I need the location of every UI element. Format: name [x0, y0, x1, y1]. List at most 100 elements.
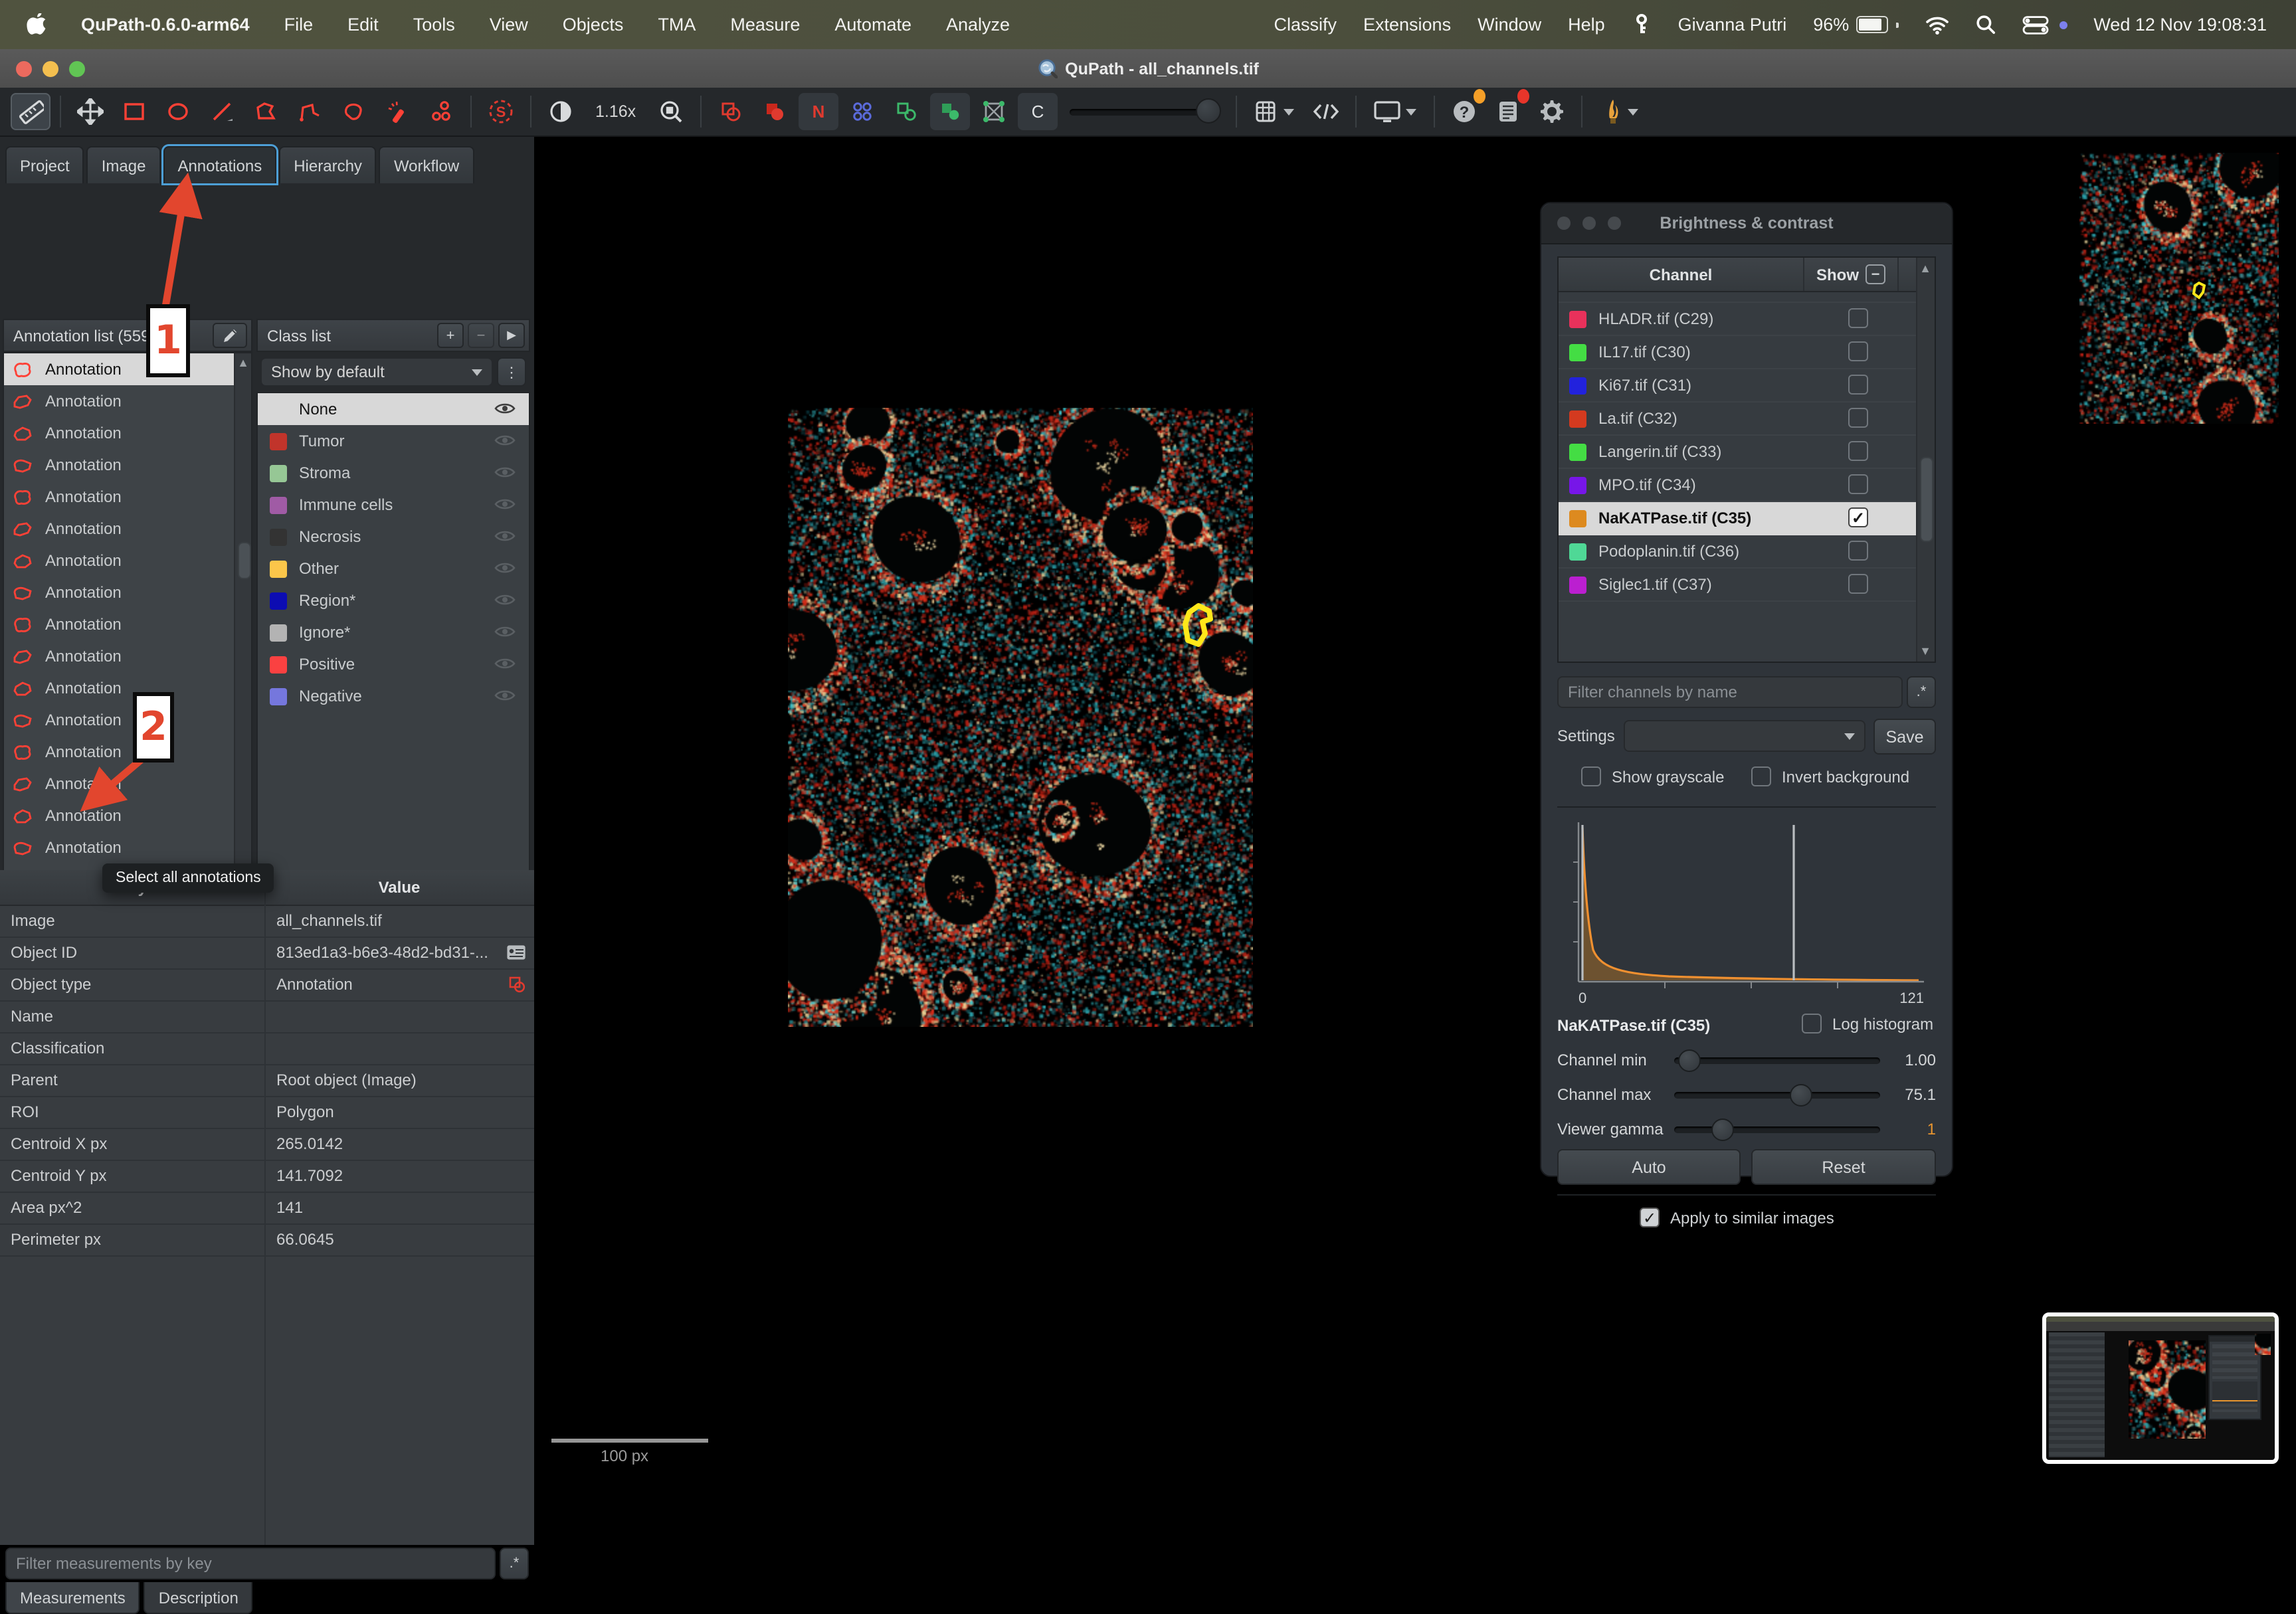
annotation-row[interactable]: Annotation — [4, 704, 251, 736]
menu-item-automate[interactable]: Automate — [834, 15, 911, 35]
reset-button[interactable]: Reset — [1751, 1149, 1936, 1185]
measurement-row[interactable]: Object ID813ed1a3-b6e3-48d2-bd31-... — [0, 937, 534, 970]
multiview-button[interactable] — [1365, 93, 1424, 130]
fill-detections-button[interactable] — [929, 93, 969, 130]
show-names-button[interactable]: N — [798, 93, 838, 130]
tab-workflow[interactable]: Workflow — [379, 146, 474, 183]
measurement-row[interactable]: ROIPolygon — [0, 1096, 534, 1129]
save-settings-button[interactable]: Save — [1873, 719, 1936, 755]
show-tma-grid-button[interactable] — [842, 93, 882, 130]
visibility-eye-icon[interactable] — [494, 592, 516, 607]
apple-logo-icon[interactable] — [27, 13, 47, 36]
measurement-row[interactable]: Centroid X px265.0142 — [0, 1128, 534, 1161]
measurement-row[interactable]: ParentRoot object (Image) — [0, 1064, 534, 1097]
annotation-row[interactable]: Annotation — [4, 640, 251, 672]
menu-item-analyze[interactable]: Analyze — [946, 15, 1010, 35]
class-row-negative[interactable]: Negative — [258, 680, 529, 712]
menubar-user[interactable]: Givanna Putri — [1678, 15, 1787, 35]
menu-app-name[interactable]: QuPath-0.6.0-arm64 — [81, 15, 250, 35]
show-pixel-classification-button[interactable] — [973, 93, 1013, 130]
channel-show-checkbox[interactable] — [1848, 441, 1868, 461]
annotation-row[interactable]: Annotation — [4, 800, 251, 832]
visibility-eye-icon[interactable] — [494, 561, 516, 575]
visibility-eye-icon[interactable] — [494, 401, 516, 416]
show-mode-dropdown[interactable]: Show by default — [260, 357, 493, 387]
channel-min-knob[interactable] — [1678, 1049, 1701, 1071]
menu-item-window[interactable]: Window — [1478, 15, 1541, 35]
viewer-gamma-knob[interactable] — [1711, 1118, 1734, 1140]
fill-annotations-button[interactable] — [754, 93, 794, 130]
channel-max-value[interactable]: 75.1 — [1880, 1085, 1936, 1104]
menu-item-tools[interactable]: Tools — [413, 15, 455, 35]
visibility-eye-icon[interactable] — [494, 433, 516, 448]
menu-item-file[interactable]: File — [284, 15, 314, 35]
script-editor-button[interactable] — [1305, 93, 1345, 130]
measurement-row[interactable]: Perimeter px66.0645 — [0, 1223, 534, 1257]
ellipse-tool-button[interactable] — [158, 93, 198, 130]
wifi-icon[interactable] — [1925, 15, 1949, 34]
annotation-list-scrollbar[interactable]: ▲ ▼ — [234, 353, 251, 894]
channel-show-checkbox[interactable] — [1848, 541, 1868, 561]
brightness-contrast-button[interactable] — [541, 93, 581, 130]
edit-annotations-button[interactable] — [213, 323, 247, 348]
tab-hierarchy[interactable]: Hierarchy — [279, 146, 377, 183]
show-channels-button[interactable]: C — [1017, 93, 1057, 130]
class-row-other[interactable]: Other — [258, 553, 529, 584]
polygon-tool-button[interactable] — [246, 93, 286, 130]
invert-background-checkbox[interactable] — [1751, 766, 1771, 786]
class-row-ignore[interactable]: Ignore* — [258, 616, 529, 648]
channel-row-hladr[interactable]: HLADR.tif (C29) — [1559, 303, 1935, 336]
control-center-icon[interactable] — [2022, 15, 2048, 34]
auto-button[interactable]: Auto — [1557, 1149, 1741, 1185]
channel-show-checkbox[interactable] — [1848, 408, 1868, 428]
menu-item-view[interactable]: View — [490, 15, 528, 35]
class-row-stroma[interactable]: Stroma — [258, 457, 529, 489]
key-icon[interactable] — [1632, 13, 1652, 36]
show-detections-button[interactable] — [886, 93, 925, 130]
channel-row-ki67[interactable]: Ki67.tif (C31) — [1559, 369, 1935, 403]
menu-item-tma[interactable]: TMA — [658, 15, 696, 35]
channel-row-nakatpase[interactable]: NaKATPase.tif (C35)✓ — [1559, 502, 1935, 535]
menu-item-help[interactable]: Help — [1568, 15, 1605, 35]
opacity-slider[interactable] — [1069, 93, 1218, 130]
filter-channels-input[interactable] — [1557, 676, 1903, 708]
annotation-row[interactable]: Annotation — [4, 577, 251, 608]
visibility-eye-icon[interactable] — [494, 465, 516, 480]
selection-mode-button[interactable]: S — [481, 93, 521, 130]
channel-row-la[interactable]: La.tif (C32) — [1559, 403, 1935, 436]
measurement-row[interactable]: Classification — [0, 1032, 534, 1065]
channel-max-knob[interactable] — [1790, 1083, 1812, 1106]
selected-annotation-outline[interactable] — [1177, 602, 1222, 655]
slide-image[interactable] — [788, 408, 1253, 1027]
measurements-regex-toggle[interactable]: .* — [500, 1548, 529, 1579]
class-row-necrosis[interactable]: Necrosis — [258, 521, 529, 553]
channel-show-checkbox[interactable] — [1848, 341, 1868, 361]
visibility-eye-icon[interactable] — [494, 688, 516, 703]
channel-show-checkbox[interactable] — [1848, 308, 1868, 328]
settings-dropdown[interactable] — [1624, 720, 1866, 752]
channel-scrollbar[interactable]: ▲ ▼ — [1916, 258, 1935, 662]
annotation-row[interactable]: Annotation — [4, 832, 251, 863]
channel-row-langerin[interactable]: Langerin.tif (C33) — [1559, 436, 1935, 469]
show-grayscale-checkbox[interactable] — [1581, 766, 1601, 786]
channel-row-podoplanin[interactable]: Podoplanin.tif (C36) — [1559, 535, 1935, 569]
channels-regex-toggle[interactable]: .* — [1907, 676, 1936, 708]
show-annotations-button[interactable] — [710, 93, 750, 130]
expand-class-button[interactable]: ▶ — [498, 323, 525, 348]
viewer-gamma-slider[interactable] — [1674, 1126, 1880, 1132]
channel-min-value[interactable]: 1.00 — [1880, 1051, 1936, 1069]
channel-row-partial[interactable] — [1559, 292, 1935, 303]
channel-show-checkbox[interactable]: ✓ — [1848, 507, 1868, 527]
menubar-clock[interactable]: Wed 12 Nov 19:08:31 — [2093, 15, 2267, 35]
toggle-all-checkbox[interactable]: − — [1866, 264, 1885, 284]
zoom-level[interactable]: 1.16x — [595, 102, 636, 121]
measurement-row[interactable]: Object typeAnnotation — [0, 968, 534, 1002]
measurement-row[interactable]: Area px^2141 — [0, 1192, 534, 1225]
menu-item-measure[interactable]: Measure — [730, 15, 800, 35]
polyline-tool-button[interactable] — [290, 93, 330, 130]
tab-annotations[interactable]: Annotations — [163, 146, 276, 183]
measurement-row[interactable]: Imageall_channels.tif — [0, 905, 534, 938]
help-button[interactable]: ? — [1444, 93, 1483, 130]
annotation-row[interactable]: Annotation — [4, 545, 251, 577]
annotation-row[interactable]: Annotation — [4, 736, 251, 768]
